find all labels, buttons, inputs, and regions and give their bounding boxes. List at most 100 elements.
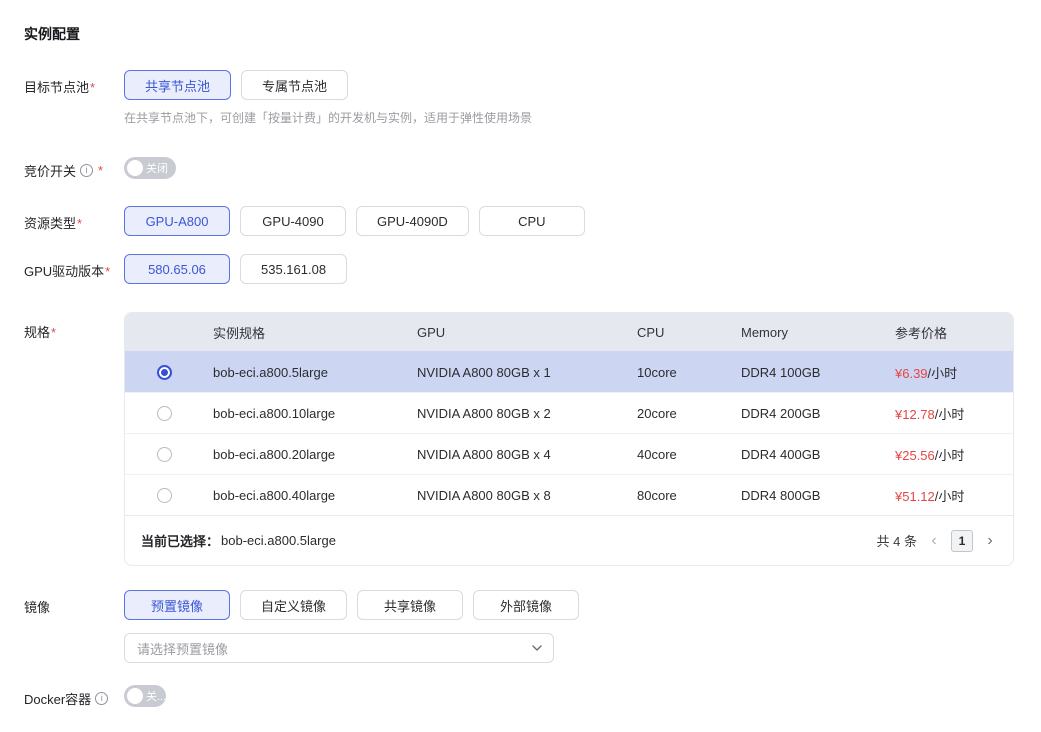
memory-cell: DDR4 800GB	[741, 488, 895, 503]
price-unit: /小时	[935, 448, 965, 463]
spot-label: 竞价开关 i *	[24, 154, 124, 180]
toggle-knob-icon	[127, 160, 143, 176]
memory-cell: DDR4 400GB	[741, 447, 895, 462]
node-pool-options: 共享节点池 专属节点池	[124, 70, 1017, 100]
total-count: 共 4 条	[877, 531, 917, 550]
resource-type-label-text: 资源类型	[24, 216, 76, 231]
form-row-resource-type: 资源类型* GPU-A800 GPU-4090 GPU-4090D CPU	[24, 206, 1017, 236]
price-value: ¥51.12	[895, 489, 935, 504]
node-pool-label: 目标节点池*	[24, 70, 124, 96]
image-label-text: 镜像	[24, 600, 50, 615]
header-price: 参考价格	[895, 323, 1013, 342]
gpu-cell: NVIDIA A800 80GB x 1	[417, 365, 637, 380]
price-value: ¥6.39	[895, 366, 928, 381]
image-option-shared[interactable]: 共享镜像	[357, 590, 463, 620]
node-pool-option-dedicated[interactable]: 专属节点池	[241, 70, 348, 100]
spec-cell: bob-eci.a800.5large	[213, 365, 417, 380]
cpu-cell: 40core	[637, 447, 741, 462]
header-memory: Memory	[741, 325, 895, 340]
required-marker: *	[77, 216, 82, 231]
price-value: ¥12.78	[895, 407, 935, 422]
image-option-preset[interactable]: 预置镜像	[124, 590, 230, 620]
required-marker: *	[105, 264, 110, 279]
gpu-driver-option-580[interactable]: 580.65.06	[124, 254, 230, 284]
spec-table-header: 实例规格 GPU CPU Memory 参考价格	[125, 313, 1013, 351]
current-selection-value: bob-eci.a800.5large	[221, 533, 336, 548]
instance-config-page: 实例配置 目标节点池* 共享节点池 专属节点池 在共享节点池下，可创建「按量计费…	[0, 0, 1041, 732]
info-icon[interactable]: i	[95, 692, 108, 705]
spec-cell: bob-eci.a800.10large	[213, 406, 417, 421]
form-row-docker: Docker容器 i 关...	[24, 682, 1017, 708]
form-row-node-pool: 目标节点池* 共享节点池 专属节点池 在共享节点池下，可创建「按量计费」的开发机…	[24, 70, 1017, 126]
price-cell: ¥12.78/小时	[895, 404, 1013, 423]
memory-cell: DDR4 100GB	[741, 365, 895, 380]
resource-type-option-gpu-4090d[interactable]: GPU-4090D	[356, 206, 469, 236]
spec-label: 规格*	[24, 312, 124, 341]
form-row-spec: 规格* 实例规格 GPU CPU Memory 参考价格 bob-eci.a80…	[24, 312, 1017, 566]
node-pool-helper-text: 在共享节点池下，可创建「按量计费」的开发机与实例，适用于弹性使用场景	[124, 109, 1017, 126]
cpu-cell: 80core	[637, 488, 741, 503]
memory-cell: DDR4 200GB	[741, 406, 895, 421]
pagination-page-1[interactable]: 1	[951, 530, 973, 552]
table-row[interactable]: bob-eci.a800.10large NVIDIA A800 80GB x …	[125, 392, 1013, 433]
radio-button[interactable]	[157, 365, 172, 380]
resource-type-label: 资源类型*	[24, 206, 124, 232]
image-option-custom[interactable]: 自定义镜像	[240, 590, 347, 620]
radio-button[interactable]	[157, 447, 172, 462]
required-marker: *	[98, 163, 103, 178]
price-cell: ¥6.39/小时	[895, 363, 1013, 382]
gpu-driver-option-535[interactable]: 535.161.08	[240, 254, 347, 284]
pagination-prev-icon[interactable]: ‹	[927, 532, 941, 550]
price-value: ¥25.56	[895, 448, 935, 463]
radio-button[interactable]	[157, 406, 172, 421]
form-row-image: 镜像 预置镜像 自定义镜像 共享镜像 外部镜像 请选择预置镜像	[24, 590, 1017, 663]
header-cpu: CPU	[637, 325, 741, 340]
node-pool-option-shared[interactable]: 共享节点池	[124, 70, 231, 100]
price-cell: ¥51.12/小时	[895, 486, 1013, 505]
toggle-knob-icon	[127, 688, 143, 704]
resource-type-option-gpu-a800[interactable]: GPU-A800	[124, 206, 230, 236]
radio-button[interactable]	[157, 488, 172, 503]
image-option-external[interactable]: 外部镜像	[473, 590, 579, 620]
image-options: 预置镜像 自定义镜像 共享镜像 外部镜像	[124, 590, 1017, 620]
gpu-driver-label-text: GPU驱动版本	[24, 264, 104, 279]
spec-cell: bob-eci.a800.20large	[213, 447, 417, 462]
node-pool-label-text: 目标节点池	[24, 80, 89, 95]
info-icon[interactable]: i	[80, 164, 93, 177]
resource-type-options: GPU-A800 GPU-4090 GPU-4090D CPU	[124, 206, 1017, 236]
table-row[interactable]: bob-eci.a800.40large NVIDIA A800 80GB x …	[125, 474, 1013, 515]
gpu-cell: NVIDIA A800 80GB x 4	[417, 447, 637, 462]
docker-toggle[interactable]: 关...	[124, 685, 166, 707]
cpu-cell: 10core	[637, 365, 741, 380]
page-title: 实例配置	[24, 24, 1017, 44]
spot-toggle[interactable]: 关闭	[124, 157, 176, 179]
table-row[interactable]: bob-eci.a800.5large NVIDIA A800 80GB x 1…	[125, 351, 1013, 392]
preset-image-select[interactable]: 请选择预置镜像	[124, 633, 554, 663]
spot-label-text: 竞价开关	[24, 161, 76, 180]
docker-label: Docker容器 i	[24, 682, 124, 708]
pagination-next-icon[interactable]: ›	[983, 532, 997, 550]
header-spec: 实例规格	[213, 323, 417, 342]
resource-type-option-gpu-4090[interactable]: GPU-4090	[240, 206, 346, 236]
gpu-cell: NVIDIA A800 80GB x 8	[417, 488, 637, 503]
current-selection-label: 当前已选择：	[141, 531, 219, 550]
cpu-cell: 20core	[637, 406, 741, 421]
form-row-gpu-driver: GPU驱动版本* 580.65.06 535.161.08	[24, 254, 1017, 284]
docker-label-text: Docker容器	[24, 689, 91, 708]
preset-image-placeholder: 请选择预置镜像	[137, 639, 228, 658]
required-marker: *	[90, 80, 95, 95]
spec-table: 实例规格 GPU CPU Memory 参考价格 bob-eci.a800.5l…	[124, 312, 1014, 566]
spot-toggle-state: 关闭	[146, 160, 168, 176]
header-gpu: GPU	[417, 325, 637, 340]
chevron-down-icon	[531, 642, 543, 654]
gpu-cell: NVIDIA A800 80GB x 2	[417, 406, 637, 421]
price-unit: /小时	[935, 407, 965, 422]
table-row[interactable]: bob-eci.a800.20large NVIDIA A800 80GB x …	[125, 433, 1013, 474]
gpu-driver-options: 580.65.06 535.161.08	[124, 254, 1017, 284]
price-unit: /小时	[935, 489, 965, 504]
spec-cell: bob-eci.a800.40large	[213, 488, 417, 503]
spec-label-text: 规格	[24, 325, 50, 340]
gpu-driver-label: GPU驱动版本*	[24, 254, 124, 280]
resource-type-option-cpu[interactable]: CPU	[479, 206, 585, 236]
price-cell: ¥25.56/小时	[895, 445, 1013, 464]
